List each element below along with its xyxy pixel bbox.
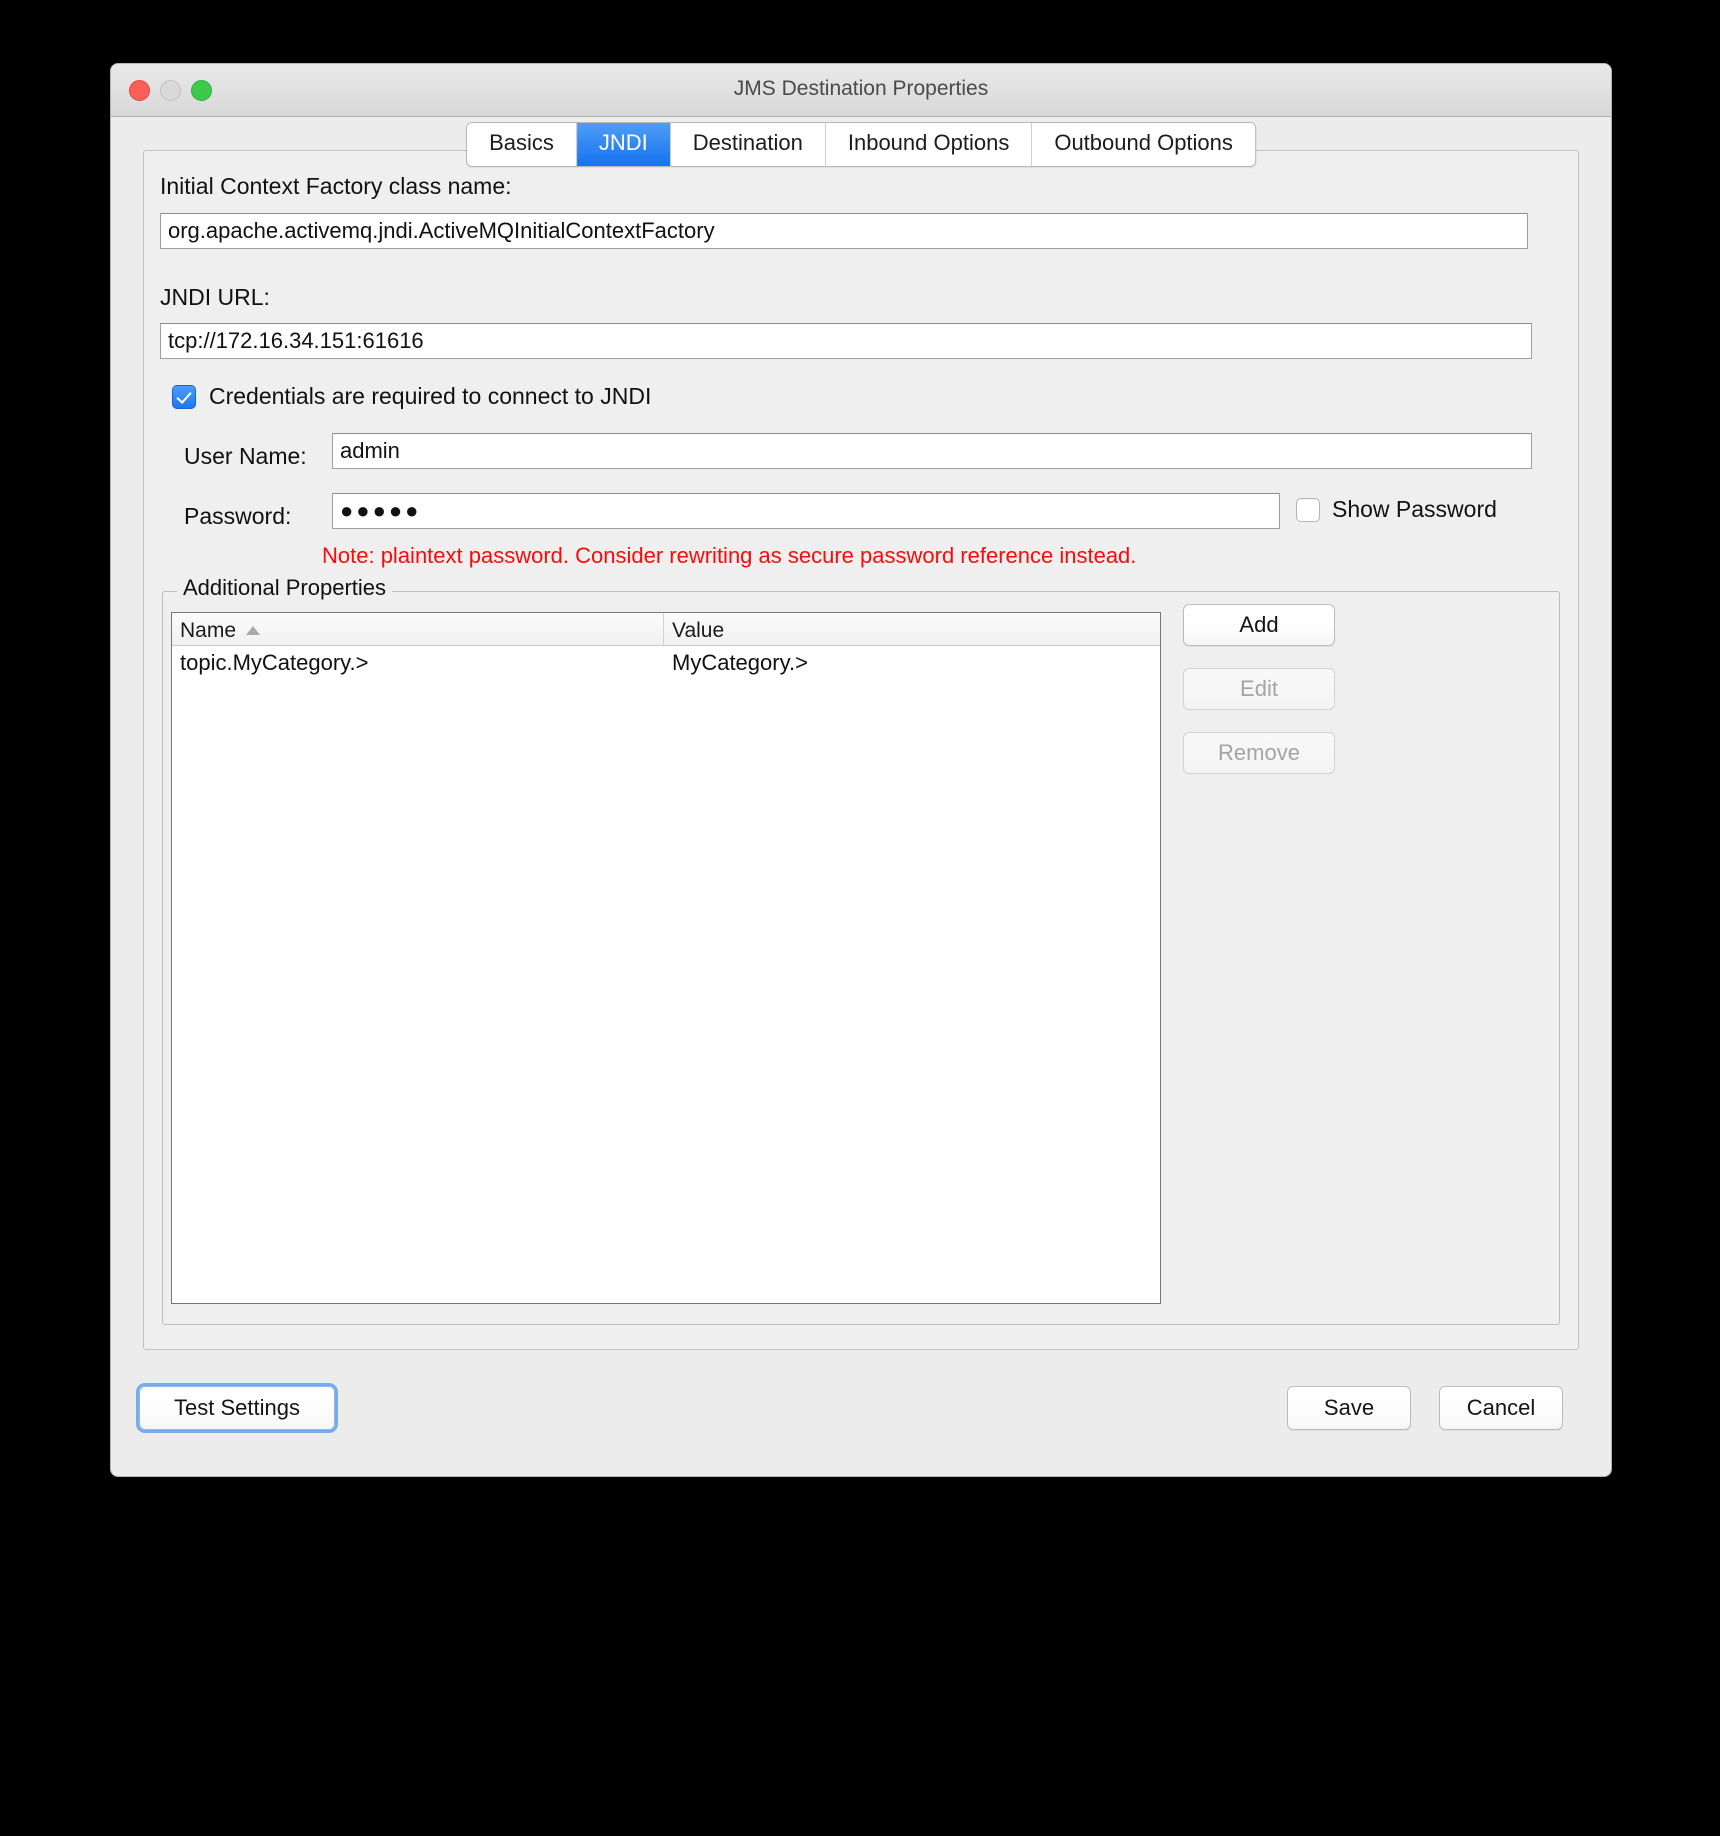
- column-header-name[interactable]: Name: [172, 613, 664, 645]
- table-header-row: Name Value: [172, 613, 1160, 646]
- cancel-button[interactable]: Cancel: [1439, 1386, 1563, 1430]
- tab-jndi[interactable]: JNDI: [576, 123, 671, 166]
- edit-property-button: Edit: [1183, 668, 1335, 710]
- credentials-required-label: Credentials are required to connect to J…: [209, 383, 652, 409]
- jndi-url-input[interactable]: tcp://172.16.34.151:61616: [160, 323, 1532, 359]
- additional-properties-actions: Add Edit Remove: [1183, 604, 1335, 774]
- window-title: JMS Destination Properties: [733, 77, 989, 100]
- cell-value: MyCategory.>: [672, 650, 808, 675]
- tab-inbound-options[interactable]: Inbound Options: [825, 123, 1033, 166]
- add-property-button[interactable]: Add: [1183, 604, 1335, 646]
- additional-properties-group: Additional Properties Name Value topic.M…: [162, 575, 1560, 1325]
- column-header-value-label: Value: [672, 618, 725, 642]
- jndi-tab-panel: Initial Context Factory class name: org.…: [143, 150, 1579, 1350]
- plaintext-password-warning: Note: plaintext password. Consider rewri…: [322, 543, 1137, 568]
- password-label: Password:: [184, 503, 292, 529]
- sort-ascending-icon: [246, 626, 261, 635]
- show-password-checkbox[interactable]: [1296, 497, 1320, 522]
- table-row[interactable]: topic.MyCategory.> MyCategory.>: [172, 646, 1160, 680]
- user-name-label: User Name:: [184, 443, 307, 469]
- password-input[interactable]: ●●●●●: [332, 493, 1280, 529]
- credentials-required-checkbox[interactable]: [172, 384, 196, 409]
- show-password-label: Show Password: [1332, 496, 1497, 522]
- initial-context-factory-label: Initial Context Factory class name:: [160, 173, 512, 199]
- tab-destination[interactable]: Destination: [670, 123, 826, 166]
- save-button[interactable]: Save: [1287, 1386, 1411, 1430]
- additional-properties-title: Additional Properties: [177, 575, 393, 601]
- screen: JMS Destination Properties Basics JNDI D…: [0, 0, 1720, 1836]
- user-name-input[interactable]: admin: [332, 433, 1532, 469]
- additional-properties-table[interactable]: Name Value topic.MyCategory.> MyCategory…: [171, 612, 1161, 1304]
- column-header-name-label: Name: [180, 618, 237, 642]
- credentials-required-checkbox-row[interactable]: Credentials are required to connect to J…: [172, 383, 651, 410]
- tab-basics[interactable]: Basics: [467, 123, 577, 166]
- window-titlebar: JMS Destination Properties: [111, 64, 1611, 117]
- test-settings-button[interactable]: Test Settings: [139, 1386, 335, 1430]
- jms-destination-properties-window: JMS Destination Properties Basics JNDI D…: [110, 63, 1612, 1477]
- initial-context-factory-input[interactable]: org.apache.activemq.jndi.ActiveMQInitial…: [160, 213, 1528, 249]
- dialog-footer: Test Settings Save Cancel: [111, 1356, 1611, 1476]
- jndi-url-label: JNDI URL:: [160, 284, 270, 310]
- tab-outbound-options[interactable]: Outbound Options: [1032, 123, 1255, 166]
- cell-name: topic.MyCategory.>: [180, 650, 369, 675]
- remove-property-button: Remove: [1183, 732, 1335, 774]
- show-password-checkbox-row[interactable]: Show Password: [1296, 496, 1497, 523]
- column-header-value[interactable]: Value: [664, 613, 1160, 645]
